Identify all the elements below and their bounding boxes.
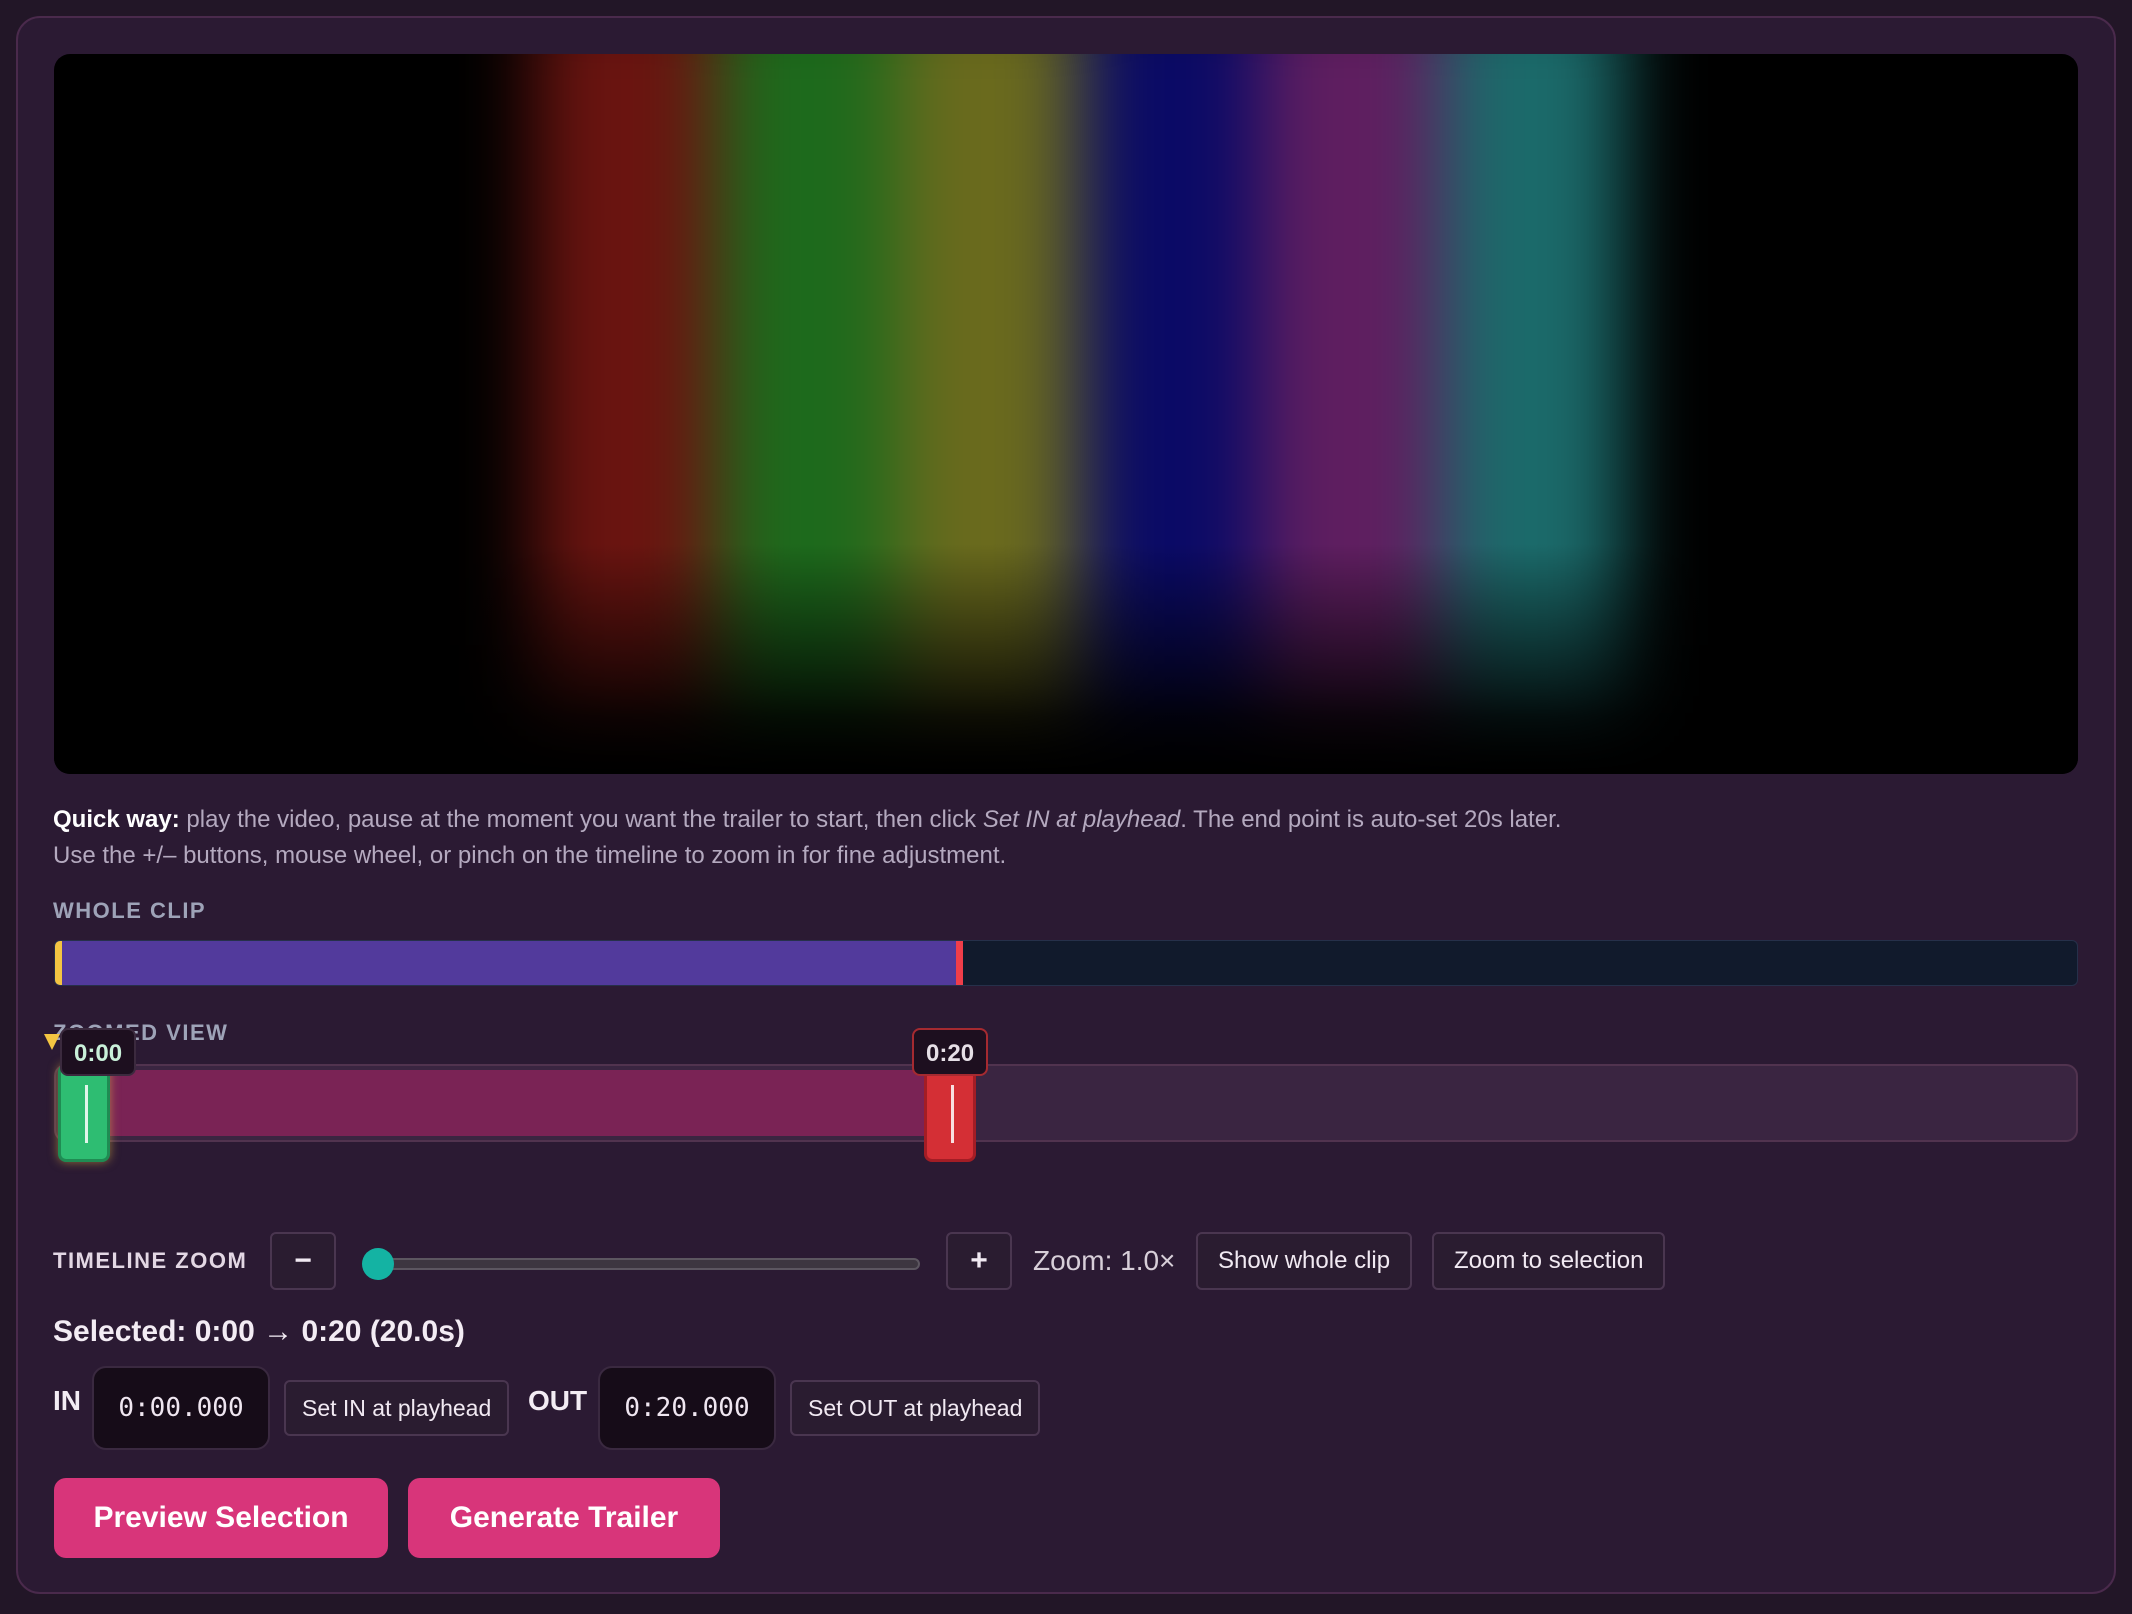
in-time-input[interactable] [92, 1366, 270, 1450]
quick-help-text: Quick way: play the video, pause at the … [53, 802, 2053, 874]
zoom-slider-thumb[interactable] [362, 1248, 394, 1280]
set-in-button[interactable]: Set IN at playhead [284, 1380, 510, 1436]
help-lead: Quick way: [53, 806, 180, 833]
out-handle-grip [951, 1085, 954, 1143]
whole-clip-label: WHOLE CLIP [53, 898, 207, 923]
playhead-marker [44, 1034, 60, 1050]
whole-clip-in-marker [55, 941, 62, 985]
zoom-in-button[interactable]: + [946, 1232, 1012, 1290]
timeline-zoom-label: TIMELINE ZOOM [53, 1248, 248, 1273]
generate-trailer-button[interactable]: Generate Trailer [408, 1478, 720, 1558]
preview-selection-button[interactable]: Preview Selection [54, 1478, 388, 1558]
zoom-to-selection-button[interactable]: Zoom to selection [1432, 1232, 1666, 1290]
zoomed-selection-range [60, 1070, 953, 1136]
out-label: OUT [528, 1385, 588, 1416]
zoom-out-button[interactable]: − [270, 1232, 336, 1290]
whole-clip-out-marker [956, 941, 963, 985]
show-whole-clip-button[interactable]: Show whole clip [1196, 1232, 1413, 1290]
out-time-tag: 0:20 [912, 1028, 989, 1076]
in-handle-grip [85, 1085, 88, 1143]
whole-clip-track[interactable] [54, 940, 2078, 986]
help-line-1: Quick way: play the video, pause at the … [53, 802, 2053, 838]
in-label: IN [53, 1385, 81, 1416]
help-part-2: . The end point is auto-set 20s later. [1180, 806, 1562, 833]
out-time-input[interactable] [598, 1366, 776, 1450]
help-line-2: Use the +/– buttons, mouse wheel, or pin… [53, 842, 1007, 869]
in-time-tag: 0:00 [60, 1028, 137, 1076]
zoomed-timeline-track[interactable] [54, 1064, 2078, 1142]
video-bottom-shade [54, 54, 2078, 774]
whole-clip-selection [55, 941, 956, 985]
out-handle[interactable] [924, 1064, 976, 1162]
in-handle[interactable] [58, 1064, 110, 1162]
help-emphasis: Set IN at playhead [982, 806, 1181, 833]
selection-summary: Selected: 0:00 → 0:20 (20.0s) [53, 1315, 465, 1348]
help-part-1: play the video, pause at the moment you … [179, 806, 983, 833]
zoom-slider[interactable] [364, 1258, 920, 1270]
video-player[interactable] [54, 54, 2078, 774]
zoom-level-readout: Zoom: 1.0× [1033, 1245, 1176, 1276]
set-out-button[interactable]: Set OUT at playhead [790, 1380, 1041, 1436]
